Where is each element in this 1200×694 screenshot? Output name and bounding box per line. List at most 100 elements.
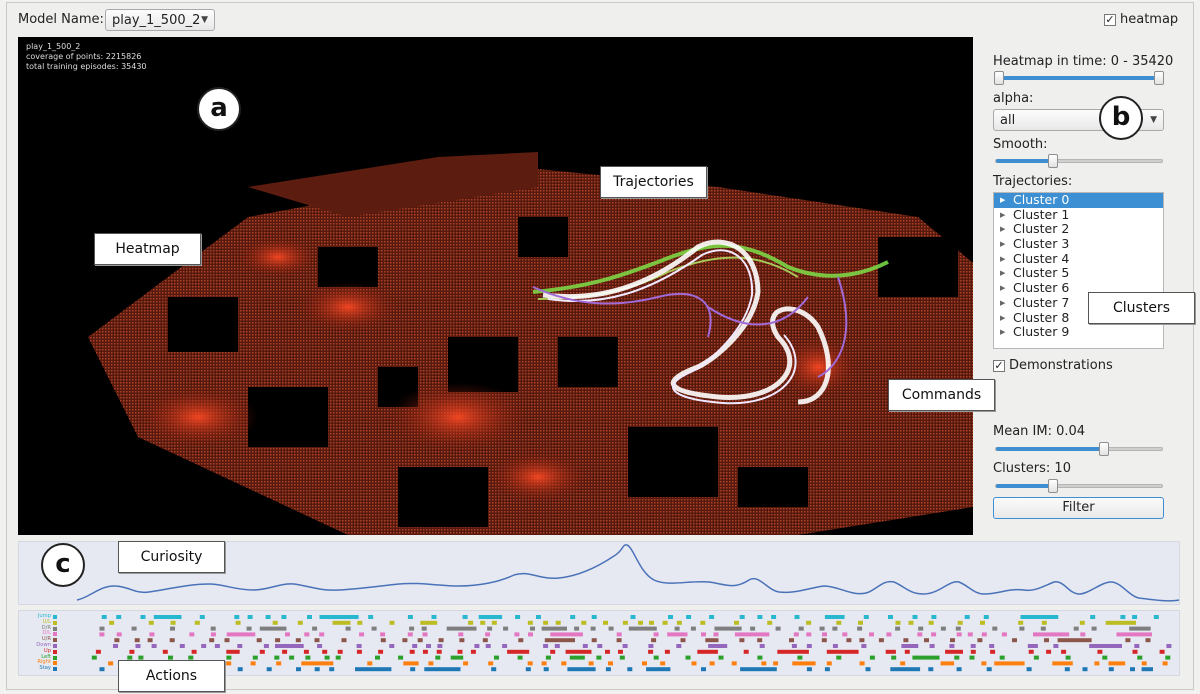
action-event-mark xyxy=(276,661,282,666)
action-event-mark xyxy=(981,632,987,637)
action-event-mark xyxy=(99,667,105,672)
action-event-mark xyxy=(806,644,812,648)
action-event-mark xyxy=(252,655,258,660)
mean-im-slider-handle[interactable] xyxy=(1098,442,1109,456)
cluster-item-9[interactable]: ▶ Cluster 9 xyxy=(994,324,1163,340)
action-event-mark xyxy=(312,626,318,631)
action-event-mark xyxy=(518,638,524,643)
action-event-mark xyxy=(525,667,531,672)
clusters-slider-handle[interactable] xyxy=(1048,479,1059,493)
action-event-mark xyxy=(792,661,816,666)
heatmap-toggle[interactable]: ✓ heatmap xyxy=(1104,12,1178,27)
action-event-mark xyxy=(1052,661,1073,666)
action-event-mark xyxy=(256,638,262,643)
action-event-mark xyxy=(616,638,622,643)
action-event-mark xyxy=(701,632,706,637)
action-event-mark xyxy=(924,638,929,643)
action-event-mark xyxy=(1041,620,1047,625)
action-event-mark xyxy=(646,667,671,672)
cluster-label: Cluster 5 xyxy=(1013,265,1070,281)
action-event-mark xyxy=(1026,667,1032,672)
action-event-mark xyxy=(622,620,628,625)
heatmap-time-slider[interactable] xyxy=(994,71,1164,85)
cluster-label: Cluster 2 xyxy=(1013,221,1070,237)
action-event-mark xyxy=(858,620,863,625)
action-event-mark xyxy=(335,655,341,660)
action-event-mark xyxy=(1159,649,1165,654)
action-event-mark xyxy=(1012,638,1017,643)
model-select[interactable]: play_1_500_2 ▼ xyxy=(105,9,215,31)
viewport-info-model: play_1_500_2 xyxy=(26,42,81,51)
clusters-slider[interactable] xyxy=(995,479,1163,493)
mean-im-slider[interactable] xyxy=(995,442,1163,456)
action-event-mark xyxy=(446,626,477,631)
action-event-mark xyxy=(700,620,706,625)
action-event-mark xyxy=(209,638,215,643)
action-event-mark xyxy=(1020,615,1059,619)
cluster-item-2[interactable]: ▶ Cluster 2 xyxy=(994,222,1163,237)
filter-button[interactable]: Filter xyxy=(993,497,1164,519)
action-event-mark xyxy=(743,649,749,654)
action-event-mark xyxy=(1033,655,1039,660)
action-event-mark xyxy=(265,615,271,619)
action-event-mark xyxy=(341,638,347,643)
action-event-mark xyxy=(1145,638,1151,643)
action-event-mark xyxy=(668,615,673,619)
action-event-mark xyxy=(638,620,643,625)
action-event-mark xyxy=(1033,632,1070,637)
action-event-mark xyxy=(194,620,200,625)
heatmap-time-handle-end[interactable] xyxy=(1154,71,1164,85)
smooth-slider-handle[interactable] xyxy=(1048,154,1059,168)
demonstrations-toggle[interactable]: ✓ Demonstrations xyxy=(993,358,1113,373)
callout-a: a xyxy=(197,87,241,131)
demonstrations-checkbox[interactable]: ✓ xyxy=(993,359,1005,372)
action-event-mark xyxy=(129,649,135,654)
action-event-mark xyxy=(983,615,989,619)
action-event-mark xyxy=(806,620,812,625)
action-event-mark xyxy=(528,632,533,637)
action-event-mark xyxy=(491,667,497,672)
callout-curiosity: Curiosity xyxy=(118,541,225,573)
expand-triangle-icon: ▶ xyxy=(1000,313,1006,322)
cluster-item-4[interactable]: ▶ Cluster 4 xyxy=(994,251,1163,267)
action-event-mark xyxy=(274,655,280,660)
action-event-mark xyxy=(319,632,325,637)
action-event-mark xyxy=(237,667,243,672)
action-event-mark xyxy=(653,632,659,637)
heatmap-3d-viewport[interactable]: play_1_500_2 coverage of points: 2215826… xyxy=(18,37,973,535)
action-event-mark xyxy=(246,626,252,631)
action-event-mark xyxy=(169,638,175,643)
action-event-mark xyxy=(806,632,812,637)
cluster-tree[interactable]: ▶ Cluster 0 ▶ Cluster 1 ▶ Cluster 2 ▶ Cluste… xyxy=(993,192,1164,349)
action-event-mark xyxy=(398,655,404,660)
action-event-mark xyxy=(282,649,288,654)
action-event-mark xyxy=(859,638,865,643)
action-event-mark xyxy=(949,644,955,648)
heatmap-time-handle-start[interactable] xyxy=(994,71,1004,85)
action-event-mark xyxy=(1080,632,1086,637)
action-event-mark xyxy=(480,620,486,625)
cluster-item-1[interactable]: ▶ Cluster 1 xyxy=(994,207,1163,223)
action-event-mark xyxy=(543,667,549,672)
callout-actions: Actions xyxy=(118,660,225,692)
action-event-mark xyxy=(869,655,875,660)
cluster-item-5[interactable]: ▶ Cluster 5 xyxy=(994,266,1163,281)
cluster-item-3[interactable]: ▶ Cluster 3 xyxy=(994,236,1163,252)
heatmap-time-fill xyxy=(996,76,1164,80)
action-event-mark xyxy=(954,655,960,660)
action-event-mark xyxy=(878,638,884,643)
action-event-mark xyxy=(605,667,611,672)
action-event-mark xyxy=(488,661,494,666)
action-event-mark xyxy=(140,615,146,619)
action-event-mark xyxy=(1105,620,1136,625)
expand-triangle-icon: ▶ xyxy=(1000,210,1006,219)
action-event-mark xyxy=(503,626,509,631)
action-event-mark xyxy=(99,632,105,637)
demonstrations-label: Demonstrations xyxy=(1009,358,1113,373)
clusters-count-label: Clusters: 10 xyxy=(993,461,1071,476)
action-event-mark xyxy=(289,655,295,660)
action-event-mark xyxy=(674,626,680,631)
heatmap-checkbox[interactable]: ✓ xyxy=(1104,13,1116,26)
smooth-slider[interactable] xyxy=(995,154,1163,168)
cluster-item-0[interactable]: ▶ Cluster 0 xyxy=(994,192,1163,208)
